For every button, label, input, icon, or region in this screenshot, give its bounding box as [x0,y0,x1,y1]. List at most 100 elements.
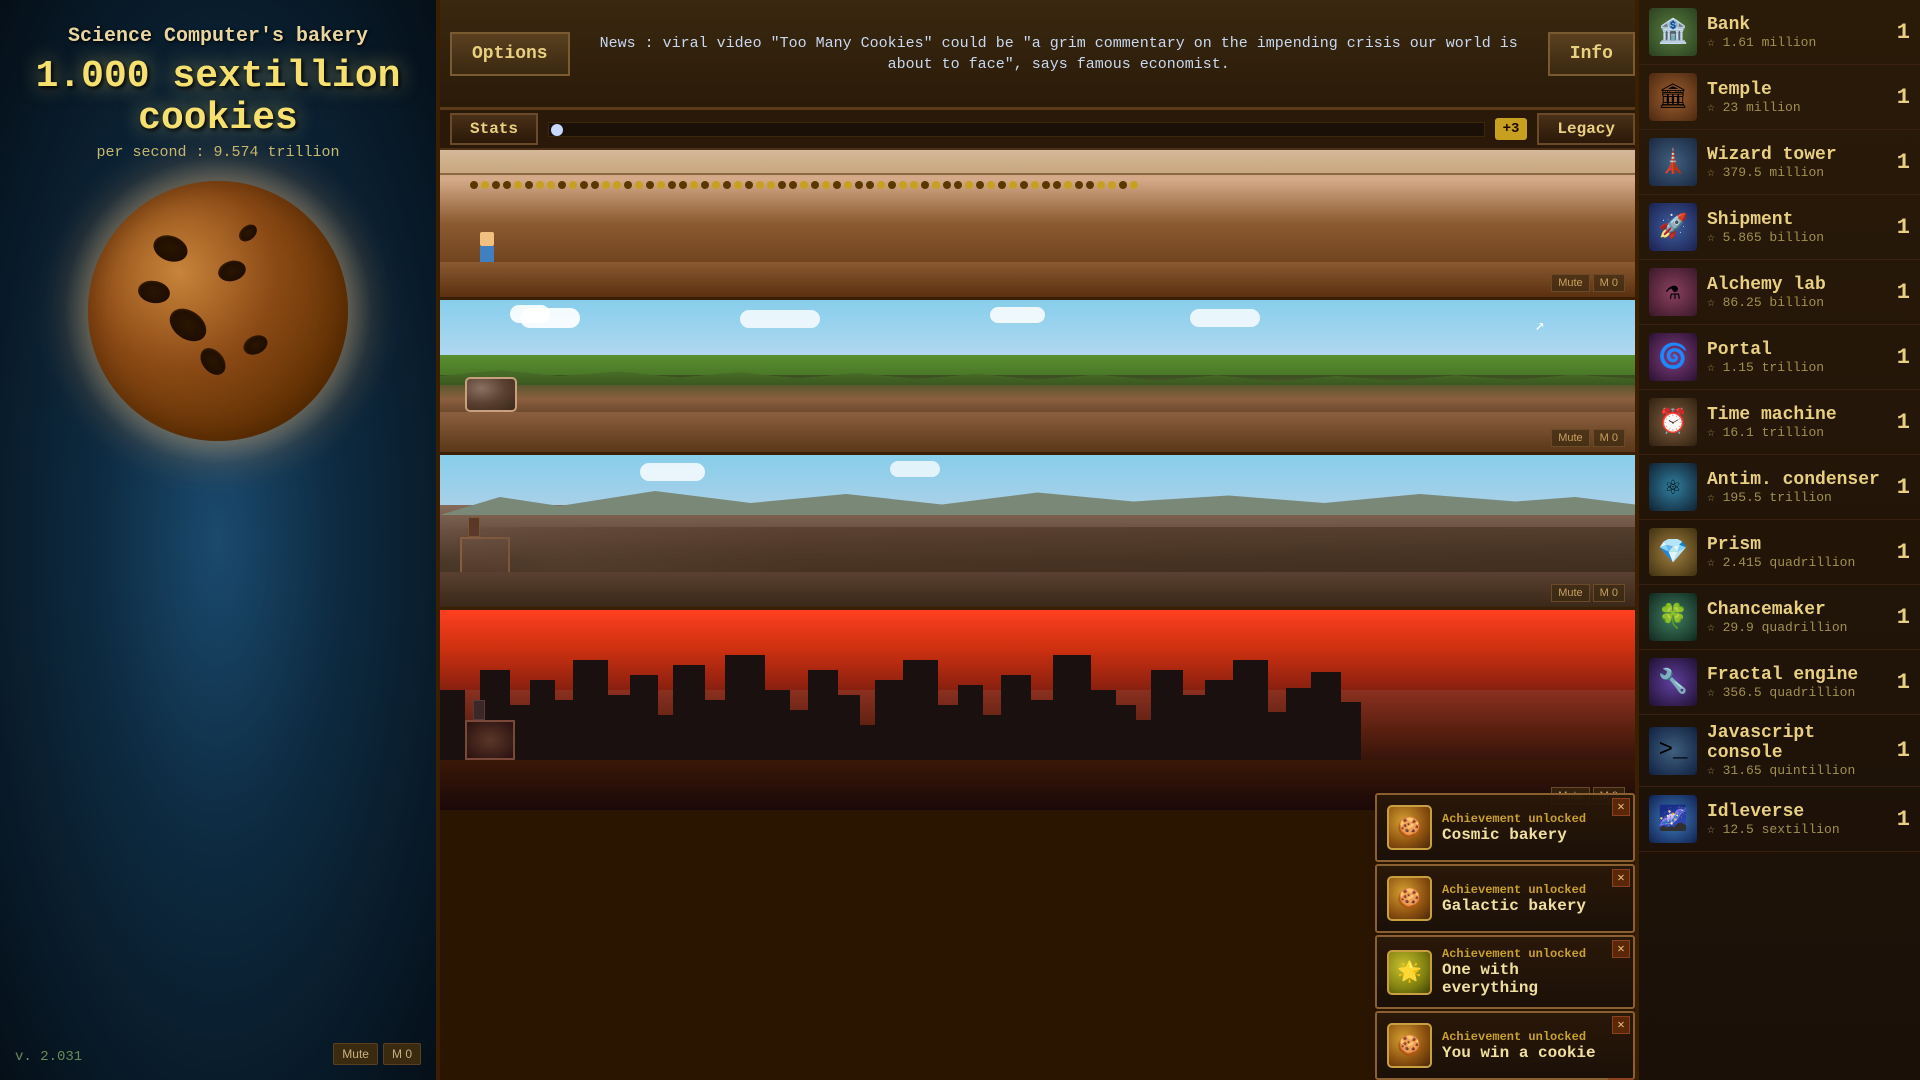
building-item-prism[interactable]: 💎 Prism ☆ 2.415 quadrillion 1 [1639,520,1920,585]
info-button[interactable]: Info [1548,32,1635,76]
farm-dot [1009,181,1017,189]
building-item-antim.-condenser[interactable]: ⚛ Antim. condenser ☆ 195.5 trillion 1 [1639,455,1920,520]
middle-panel: Options News : viral video "Too Many Coo… [440,0,1635,1080]
building-name: Javascript console [1707,723,1880,763]
achievement-galactic: 🍪 Achievement unlocked Galactic bakery ✕ [1375,864,1635,933]
building-item-javascript-console[interactable]: >_ Javascript console ☆ 31.65 quintillio… [1639,715,1920,787]
achievement-you-win-name: You win a cookie [1442,1044,1603,1062]
achievement-one-with-close[interactable]: ✕ [1612,940,1630,958]
cookie-chip [240,331,270,358]
building-item-alchemy-lab[interactable]: ⚗ Alchemy lab ☆ 86.25 billion 1 [1639,260,1920,325]
mute-bottom-btn[interactable]: Mute [333,1043,378,1065]
building-cost: ☆ 195.5 trillion [1707,490,1880,505]
farm-dot [690,181,698,189]
building-icon: 🍀 [1649,593,1697,641]
achievement-cosmic-name: Cosmic bakery [1442,826,1603,844]
building-cost: ☆ 29.9 quadrillion [1707,620,1880,635]
building-cost: ☆ 23 million [1707,100,1880,115]
building-name: Temple [1707,80,1880,100]
factory-mute-btn[interactable]: Mute [1551,584,1589,602]
farm-dot [965,181,973,189]
farm-dot [1075,181,1083,189]
game-areas: Mute M 0 Mute [440,150,1635,1080]
building-info: Wizard tower ☆ 379.5 million [1707,145,1880,180]
building-cost: ☆ 86.25 billion [1707,295,1880,310]
farm-dots [440,175,1635,195]
building-count: 1 [1880,150,1910,175]
building-count: 1 [1880,85,1910,110]
farm-dot [1119,181,1127,189]
achievement-you-win-close[interactable]: ✕ [1612,1016,1630,1034]
farm-dot [811,181,819,189]
achievement-cosmic-text: Achievement unlocked Cosmic bakery [1442,812,1603,844]
main-cookie[interactable] [88,181,348,441]
factory-m0-btn[interactable]: M 0 [1593,584,1625,602]
farm-dot [657,181,665,189]
achievement-you-win-text: Achievement unlocked You win a cookie [1442,1030,1603,1062]
farm-dot [503,181,511,189]
building-icon: 🏛 [1649,73,1697,121]
building-count: 1 [1880,20,1910,45]
cookie-chip [164,302,213,348]
farm-dot [481,181,489,189]
legacy-button[interactable]: Legacy [1537,113,1635,145]
farm-dot [888,181,896,189]
farm-dot [800,181,808,189]
m0-bottom-btn[interactable]: M 0 [383,1043,421,1065]
farm-dot [1130,181,1138,189]
farm-dot [1064,181,1072,189]
farm-dot [1020,181,1028,189]
building-item-fractal-engine[interactable]: 🔧 Fractal engine ☆ 356.5 quadrillion 1 [1639,650,1920,715]
farm-dot [1097,181,1105,189]
building-item-idleverse[interactable]: 🌌 Idleverse ☆ 12.5 sextillion 1 [1639,787,1920,852]
cookie-count-display: 1.000 sextillioncookies per second : 9.5… [36,48,401,161]
second-bar: Stats +3 Legacy [440,110,1635,150]
achievement-one-with-name: One with everything [1442,961,1603,997]
building-item-temple[interactable]: 🏛 Temple ☆ 23 million 1 [1639,65,1920,130]
farm-mute-btn[interactable]: Mute [1551,274,1589,292]
cursor-indicator: ↗ [1535,315,1555,335]
cookie-image[interactable] [88,181,348,441]
building-item-shipment[interactable]: 🚀 Shipment ☆ 5.865 billion 1 [1639,195,1920,260]
building-item-wizard-tower[interactable]: 🗼 Wizard tower ☆ 379.5 million 1 [1639,130,1920,195]
building-info: Fractal engine ☆ 356.5 quadrillion [1707,665,1880,700]
farm-m0-btn[interactable]: M 0 [1593,274,1625,292]
building-name: Antim. condenser [1707,470,1880,490]
factory-strip-controls: Mute M 0 [1551,584,1625,602]
building-cost: ☆ 1.61 million [1707,35,1880,50]
mine-cart [465,377,515,417]
achievement-you-win-icon: 🍪 [1387,1023,1432,1068]
building-item-chancemaker[interactable]: 🍀 Chancemaker ☆ 29.9 quadrillion 1 [1639,585,1920,650]
achievement-overlay: 🍪 Achievement unlocked Cosmic bakery ✕ 🍪… [1375,793,1635,1080]
bottom-controls: Mute M 0 [333,1043,421,1065]
achievement-cosmic-close[interactable]: ✕ [1612,798,1630,816]
options-button[interactable]: Options [450,32,570,76]
farm-dot [998,181,1006,189]
building-item-time-machine[interactable]: ⏰ Time machine ☆ 16.1 trillion 1 [1639,390,1920,455]
cookie-chip [136,278,171,305]
building-info: Javascript console ☆ 31.65 quintillion [1707,723,1880,778]
building-info: Time machine ☆ 16.1 trillion [1707,405,1880,440]
farm-dot [536,181,544,189]
building-cost: ☆ 31.65 quintillion [1707,763,1880,778]
building-count: 1 [1880,475,1910,500]
mine-mute-btn[interactable]: Mute [1551,429,1589,447]
mine-m0-btn[interactable]: M 0 [1593,429,1625,447]
stats-button[interactable]: Stats [450,113,538,145]
farm-dot [492,181,500,189]
farm-dot [580,181,588,189]
building-count: 1 [1880,670,1910,695]
building-item-bank[interactable]: 🏦 Bank ☆ 1.61 million 1 [1639,0,1920,65]
building-count: 1 [1880,540,1910,565]
building-item-portal[interactable]: 🌀 Portal ☆ 1.15 trillion 1 [1639,325,1920,390]
building-icon: ⏰ [1649,398,1697,446]
building-cost: ☆ 379.5 million [1707,165,1880,180]
building-name: Bank [1707,15,1880,35]
farm-dot [525,181,533,189]
farm-dot [943,181,951,189]
farm-dot [932,181,940,189]
farm-dot [954,181,962,189]
building-info: Chancemaker ☆ 29.9 quadrillion [1707,600,1880,635]
achievement-galactic-close[interactable]: ✕ [1612,869,1630,887]
achievement-unlocked-label: Achievement unlocked [1442,883,1603,897]
